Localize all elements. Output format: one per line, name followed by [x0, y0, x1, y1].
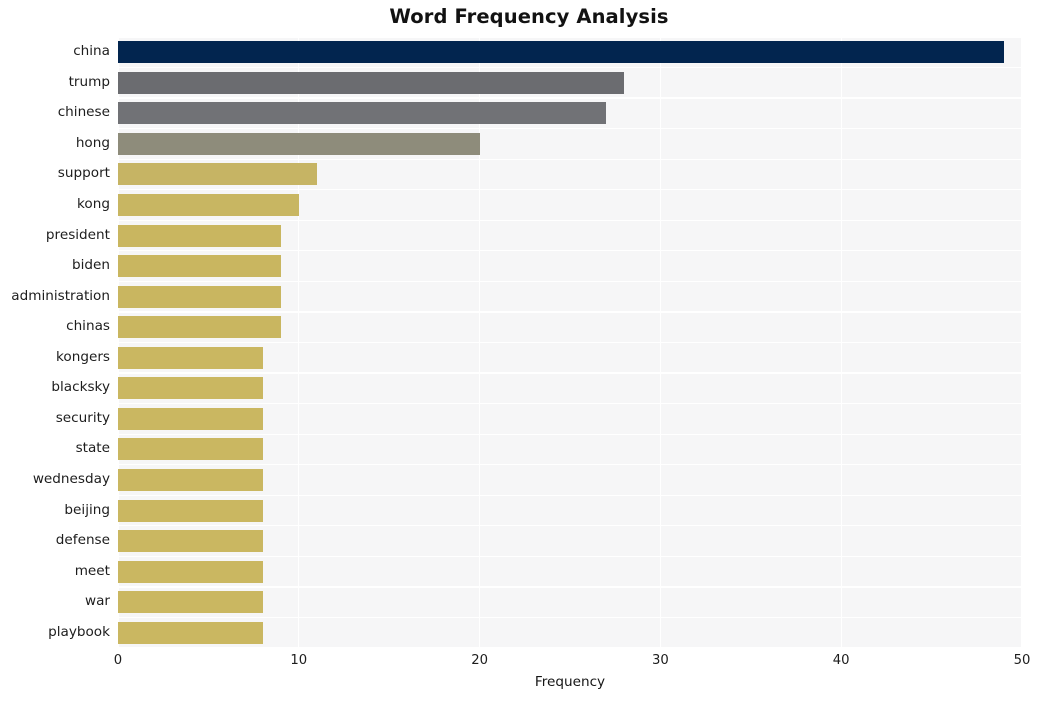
- y-axis-tick-label: president: [45, 226, 110, 243]
- bar: [118, 194, 299, 217]
- x-axis-tick-label: 10: [290, 653, 308, 668]
- bar: [118, 71, 625, 94]
- page-title: Word Frequency Analysis: [389, 5, 669, 28]
- y-axis-tick-label: biden: [71, 257, 110, 274]
- bar-row: [118, 159, 1022, 190]
- bar-row: [118, 68, 1022, 99]
- y-axis-tick-label: kongers: [56, 348, 110, 365]
- bar-row: [118, 587, 1022, 618]
- bar: [118, 560, 263, 583]
- bar-row: [118, 495, 1022, 526]
- bar: [118, 499, 263, 522]
- y-axis-tick-label: wednesday: [32, 470, 110, 487]
- y-axis-tick-label: war: [84, 593, 110, 610]
- bar-row: [118, 98, 1022, 129]
- bar-row: [118, 526, 1022, 557]
- bar: [118, 621, 263, 644]
- chart-figure: Word Frequency Analysis china trump chines…: [0, 0, 1058, 701]
- bar-row: [118, 190, 1022, 221]
- bar: [118, 591, 263, 614]
- bar: [118, 41, 1004, 64]
- y-axis-tick-label: state: [75, 440, 110, 457]
- y-axis-tick-label: chinese: [57, 104, 110, 121]
- y-axis-tick-label: kong: [77, 196, 110, 213]
- bar-row: [118, 556, 1022, 587]
- x-axis-tick-label: 0: [113, 653, 123, 668]
- bar-row: [118, 220, 1022, 251]
- y-axis-tick-label: administration: [11, 287, 110, 304]
- bar-row: [118, 343, 1022, 374]
- x-axis-tick-label: 20: [471, 653, 488, 668]
- y-axis-tick-label: china: [73, 43, 110, 60]
- bar: [118, 132, 480, 155]
- bar: [118, 224, 281, 247]
- y-axis-tick-label: security: [55, 409, 110, 426]
- bar: [118, 377, 263, 400]
- bar-row: [118, 281, 1022, 312]
- plot-area: [117, 36, 1023, 649]
- y-axis-tick-label: chinas: [66, 318, 110, 335]
- x-axis-label: Frequency: [534, 674, 606, 690]
- x-axis-tick-label: 40: [832, 653, 850, 668]
- y-axis-tick-label: hong: [75, 134, 110, 151]
- y-axis-tick-label: support: [57, 165, 110, 182]
- bar-row: [118, 434, 1022, 465]
- bar-row: [118, 37, 1022, 68]
- bar: [118, 468, 263, 491]
- x-axis-tick-label: 30: [652, 653, 669, 668]
- x-axis-tick-label: 50: [1013, 653, 1031, 668]
- bar: [118, 316, 281, 339]
- y-axis-tick-label: blacksky: [51, 379, 110, 396]
- y-axis-tick-label: beijing: [64, 501, 110, 518]
- y-axis-tick-label: defense: [55, 532, 110, 549]
- bar-row: [118, 617, 1022, 648]
- bar: [118, 163, 317, 186]
- bar: [118, 255, 281, 278]
- y-axis-tick-label: meet: [74, 562, 110, 579]
- bar-row: [118, 251, 1022, 282]
- bar-row: [118, 312, 1022, 343]
- y-axis-tick-label: playbook: [48, 623, 110, 640]
- bar-row: [118, 465, 1022, 496]
- bar: [118, 102, 607, 125]
- bar-row: [118, 404, 1022, 435]
- bar-row: [118, 129, 1022, 160]
- bar: [118, 407, 263, 430]
- bar: [118, 530, 263, 553]
- bar-row: [118, 373, 1022, 404]
- y-axis-tick-label: trump: [68, 73, 110, 90]
- bar: [118, 285, 281, 308]
- bar: [118, 346, 263, 369]
- bar: [118, 438, 263, 461]
